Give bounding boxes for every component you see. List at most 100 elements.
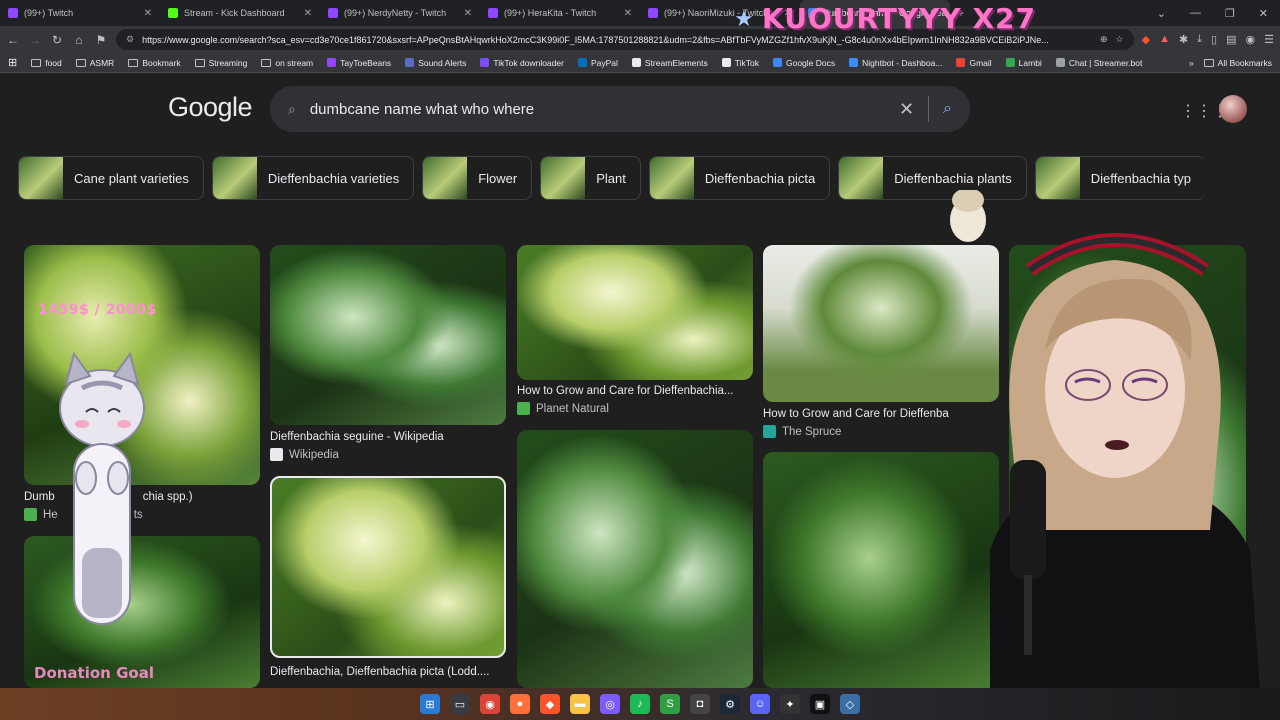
result-image[interactable] bbox=[270, 245, 506, 425]
gmail-icon bbox=[956, 58, 966, 67]
result-title[interactable]: How to Grow and Care for Dieffenbachia..… bbox=[517, 385, 753, 397]
sidebar-icon[interactable]: ▯ bbox=[1211, 33, 1217, 46]
bookmark-tiktok[interactable]: TikTok bbox=[721, 58, 759, 68]
file-icon[interactable]: ▭ bbox=[450, 694, 470, 714]
tiktok-icon bbox=[721, 58, 731, 67]
webcam-streamer bbox=[950, 190, 1260, 690]
reload-icon[interactable]: ↻ bbox=[50, 33, 64, 47]
capcut-icon[interactable]: ▣ bbox=[810, 694, 830, 714]
chevron-right-icon[interactable]: » bbox=[1189, 58, 1194, 68]
extensions-icon[interactable]: ✱ bbox=[1179, 33, 1188, 46]
app-icon[interactable]: ✦ bbox=[780, 694, 800, 714]
clear-icon[interactable]: ✕ bbox=[899, 99, 914, 120]
windows-start-icon[interactable]: ⊞ bbox=[420, 694, 440, 714]
bookmark-lambi[interactable]: Lambi bbox=[1005, 58, 1042, 68]
bookmark-streaming[interactable]: Streaming bbox=[194, 58, 247, 68]
result-source[interactable]: Wikipedia bbox=[270, 448, 339, 461]
result-image[interactable] bbox=[517, 430, 753, 688]
bookmark-streamerbot[interactable]: Chat | Streamer.bot bbox=[1055, 58, 1142, 68]
close-icon[interactable]: ✕ bbox=[624, 8, 632, 19]
kick-icon bbox=[168, 8, 178, 18]
google-logo[interactable]: Google bbox=[168, 92, 253, 123]
paypal-icon bbox=[577, 58, 587, 67]
minimize-icon[interactable]: — bbox=[1190, 7, 1201, 20]
camera-icon[interactable]: ◘ bbox=[690, 694, 710, 714]
tab-kick-dashboard[interactable]: Stream - Kick Dashboard ✕ bbox=[160, 0, 320, 26]
bookmark-taytoebeans[interactable]: TayToeBeans bbox=[327, 58, 391, 68]
brave-shield-icon[interactable]: ◆ bbox=[1142, 33, 1150, 46]
bookmark-label: ASMR bbox=[89, 57, 115, 68]
forward-icon[interactable]: → bbox=[28, 33, 42, 47]
folder-icon bbox=[128, 58, 139, 67]
chrome-icon[interactable]: ◉ bbox=[480, 694, 500, 714]
chip[interactable]: Plant bbox=[540, 156, 641, 200]
sound-alerts-icon bbox=[405, 58, 415, 67]
search-submit-icon[interactable]: ⌕ bbox=[943, 100, 952, 118]
source-label: Planet Natural bbox=[536, 402, 609, 415]
bookmark-icon[interactable]: ⚑ bbox=[94, 33, 108, 47]
home-icon[interactable]: ⌂ bbox=[72, 33, 86, 47]
bookmark-asmr[interactable]: ASMR bbox=[75, 57, 115, 68]
divider bbox=[928, 96, 930, 122]
bookmark-food[interactable]: food bbox=[31, 58, 62, 68]
tab-nerdynetty[interactable]: (99+) NerdyNetty - Twitch ✕ bbox=[320, 0, 480, 26]
spotify-icon[interactable]: ♪ bbox=[630, 694, 650, 714]
folder-icon[interactable]: ▬ bbox=[570, 694, 590, 714]
rewards-icon[interactable]: ▲ bbox=[1159, 33, 1170, 46]
bookmark-streamelements[interactable]: StreamElements bbox=[631, 58, 708, 68]
chip[interactable]: Dieffenbachia picta bbox=[648, 156, 831, 200]
result-source[interactable]: The Spruce bbox=[763, 425, 841, 438]
bookmarks-right: » All Bookmarks bbox=[1189, 58, 1272, 68]
result-title[interactable]: Dieffenbachia seguine - Wikipedia bbox=[270, 431, 506, 443]
result-image[interactable] bbox=[270, 476, 506, 658]
tab-twitch[interactable]: (99+) Twitch ✕ bbox=[0, 0, 160, 26]
avatar[interactable] bbox=[1219, 95, 1247, 123]
firefox-icon[interactable]: ● bbox=[510, 694, 530, 714]
zoom-icon[interactable]: ⊕ bbox=[1100, 34, 1108, 45]
chip[interactable]: Dieffenbachia varieties bbox=[211, 156, 415, 200]
close-window-icon[interactable]: ✕ bbox=[1259, 7, 1268, 20]
result-title[interactable]: How to Grow and Care for Dieffenba bbox=[763, 408, 963, 420]
chip[interactable]: Flower bbox=[422, 156, 533, 200]
bookmark-bookmark[interactable]: Bookmark bbox=[128, 58, 181, 68]
restore-icon[interactable]: ❐ bbox=[1225, 7, 1235, 20]
result-image[interactable] bbox=[517, 245, 753, 380]
streamlabs-icon[interactable]: S bbox=[660, 694, 680, 714]
site-info-icon[interactable]: ⚙ bbox=[126, 34, 134, 45]
vpn-icon[interactable]: ◉ bbox=[1246, 33, 1256, 46]
obs-icon[interactable]: ◎ bbox=[600, 694, 620, 714]
wallet-icon[interactable]: ▤ bbox=[1226, 33, 1236, 46]
bookmark-label: PayPal bbox=[590, 57, 618, 68]
apps-grid-icon[interactable]: ⊞ bbox=[8, 56, 17, 69]
download-icon[interactable]: ⤓ bbox=[1197, 33, 1202, 46]
steam-icon[interactable]: ⚙ bbox=[720, 694, 740, 714]
result-source[interactable]: Planet Natural bbox=[517, 402, 609, 415]
back-icon[interactable]: ← bbox=[6, 33, 20, 47]
search-input[interactable]: dumbcane name what who where bbox=[310, 101, 885, 118]
folder-icon bbox=[75, 58, 86, 67]
tab-herakita[interactable]: (99+) HeraKita - Twitch ✕ bbox=[480, 0, 640, 26]
close-icon[interactable]: ✕ bbox=[464, 8, 472, 19]
bookmark-google-docs[interactable]: Google Docs bbox=[772, 58, 835, 68]
app-icon-2[interactable]: ◇ bbox=[840, 694, 860, 714]
menu-icon[interactable]: ☰ bbox=[1264, 33, 1274, 46]
brave-icon[interactable]: ◆ bbox=[540, 694, 560, 714]
bookmark-paypal[interactable]: PayPal bbox=[577, 57, 618, 68]
bookmark-tiktok-downloader[interactable]: TikTok downloader bbox=[480, 58, 564, 68]
close-icon[interactable]: ✕ bbox=[144, 8, 152, 19]
result-title[interactable]: Dieffenbachia, Dieffenbachia picta (Lodd… bbox=[270, 666, 506, 678]
close-icon[interactable]: ✕ bbox=[304, 8, 312, 19]
chip[interactable]: Cane plant varieties bbox=[18, 156, 204, 200]
extension-icons: ◆ ▲ ✱ ⤓ ▯ ▤ ◉ ☰ bbox=[1142, 33, 1274, 46]
all-bookmarks[interactable]: All Bookmarks bbox=[1203, 58, 1272, 68]
discord-icon[interactable]: ☺ bbox=[750, 694, 770, 714]
search-box[interactable]: ⌕ dumbcane name what who where ✕ ⌕ bbox=[270, 86, 970, 132]
bookmark-gmail[interactable]: Gmail bbox=[956, 58, 992, 68]
source-label: The Spruce bbox=[782, 425, 842, 438]
bookmark-sound-alerts[interactable]: Sound Alerts bbox=[405, 58, 466, 68]
bookmark-on-stream[interactable]: on stream bbox=[261, 58, 313, 68]
bookmark-nightbot[interactable]: Nightbot - Dashboa... bbox=[849, 58, 942, 68]
chip-label: Dieffenbachia plants bbox=[894, 170, 1012, 186]
star-icon[interactable]: ☆ bbox=[1116, 34, 1124, 45]
chevron-down-icon[interactable]: ⌄ bbox=[1157, 7, 1166, 20]
